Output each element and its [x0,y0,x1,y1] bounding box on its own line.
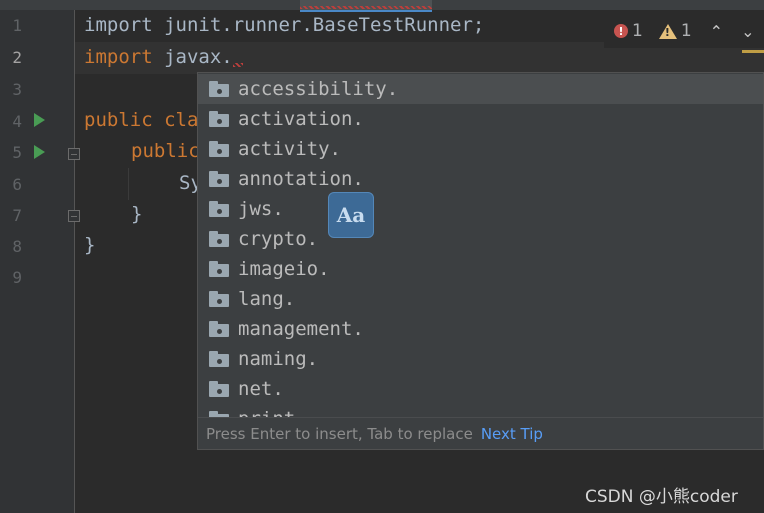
completion-label: crypto. [238,228,319,250]
completion-item[interactable]: activation. [198,104,763,134]
completion-item[interactable]: print. [198,404,763,417]
completion-label: annotation. [238,168,364,190]
insert-hint: Press Enter to insert, Tab to replace [206,425,473,443]
package-icon [209,231,229,247]
package-icon [209,291,229,307]
inspection-widget[interactable]: ! 1 1 ⌃ ⌄ [604,14,764,48]
line-number: 3 [12,80,22,99]
package-icon [209,81,229,97]
code-line-7[interactable]: } [131,203,142,225]
completion-label: naming. [238,348,319,370]
code-line-8[interactable]: } [84,234,95,256]
code-line-1[interactable]: import junit.runner.BaseTestRunner; [84,14,484,36]
line-number: 5 [12,143,22,162]
completion-item[interactable]: annotation. [198,164,763,194]
line-gutter: 1 2 3 4 5 6 7 8 9 [0,10,80,513]
line-number: 7 [12,206,22,225]
line-number: 2 [12,48,22,67]
closing-brace: } [131,203,143,225]
code-line-4[interactable]: public cla [84,109,198,131]
line-number: 9 [12,268,22,287]
fold-end-icon[interactable] [68,210,80,222]
closing-brace: } [84,234,96,256]
chevron-down-icon[interactable]: ⌄ [741,22,754,41]
line-number: 1 [12,16,22,35]
chevron-up-icon[interactable]: ⌃ [710,22,723,41]
warning-icon [658,23,677,39]
method-declaration: public [131,140,200,162]
line-number: 8 [12,237,22,256]
completion-item[interactable]: jws. [198,194,763,224]
package-icon [209,111,229,127]
package-icon [209,261,229,277]
completion-item[interactable]: lang. [198,284,763,314]
editor-tab-strip [0,0,764,12]
next-tip-link[interactable]: Next Tip [481,425,543,443]
package-icon [209,351,229,367]
package-icon [209,201,229,217]
completion-label: activity. [238,138,341,160]
completion-label: imageio. [238,258,330,280]
completion-item[interactable]: accessibility. [198,74,763,104]
completion-list[interactable]: accessibility. activation. activity. ann… [198,73,763,417]
completion-label: management. [238,318,364,340]
completion-label: jws. [238,198,284,220]
completion-footer: Press Enter to insert, Tab to replace Ne… [198,417,763,449]
package-icon [209,381,229,397]
completion-label: activation. [238,108,364,130]
import-path: javax. [152,46,233,68]
tab-error-underline [300,6,432,9]
completion-label: lang. [238,288,296,310]
fold-collapse-icon[interactable] [68,148,80,160]
completion-label: print. [238,408,307,417]
error-squiggle [232,63,243,67]
completion-item[interactable]: net. [198,374,763,404]
completion-item[interactable]: naming. [198,344,763,374]
error-count: 1 [632,21,643,41]
package-icon [209,171,229,187]
indent-guide [128,168,129,200]
class-declaration: public cla [84,109,199,131]
line-number: 6 [12,175,22,194]
completion-item[interactable]: activity. [198,134,763,164]
completion-item[interactable]: imageio. [198,254,763,284]
run-class-icon[interactable] [34,113,45,127]
import-statement: import junit.runner.BaseTestRunner; [84,14,485,36]
watermark: CSDN @小熊coder [585,487,738,507]
code-line-5[interactable]: public [131,140,200,162]
completion-label: net. [238,378,284,400]
completion-item[interactable]: management. [198,314,763,344]
package-icon [209,141,229,157]
package-icon [209,321,229,337]
keyword-import: import [84,46,153,68]
code-line-2[interactable]: import javax. [84,46,243,68]
error-icon: ! [614,24,628,38]
dictionary-badge-icon[interactable]: Aa [328,192,374,238]
completion-item[interactable]: crypto. [198,224,763,254]
run-main-icon[interactable] [34,145,45,159]
line-number: 4 [12,112,22,131]
completion-label: accessibility. [238,78,399,100]
scrollbar-marker [742,50,764,53]
completion-popup: accessibility. activation. activity. ann… [197,72,764,450]
warning-count: 1 [680,21,692,41]
